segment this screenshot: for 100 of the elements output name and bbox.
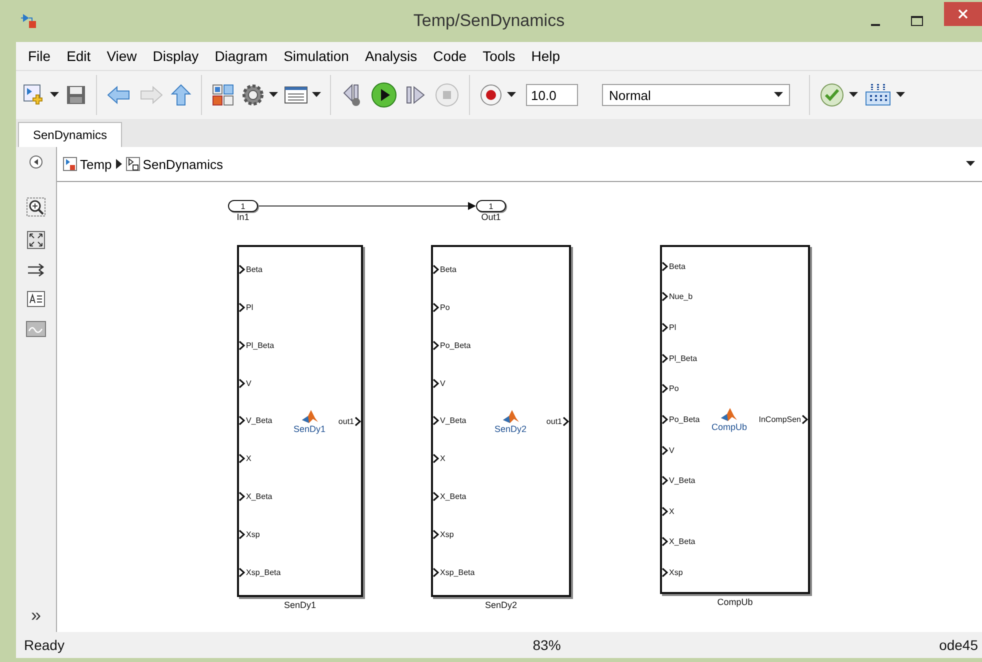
port-label: Po [669, 384, 679, 394]
model-icon [63, 157, 77, 171]
annotation-icon[interactable] [27, 291, 45, 307]
input-port-icon [239, 303, 245, 312]
caret-icon [312, 92, 321, 98]
menu-item[interactable]: Analysis [356, 44, 426, 68]
block-icon-label: SenDy2 [494, 424, 527, 434]
port-name: Out1 [481, 212, 501, 222]
port-label: Xsp [440, 530, 454, 539]
port-label: Beta [246, 265, 262, 274]
menu-item[interactable]: File [20, 44, 59, 68]
input-port-icon [662, 354, 668, 363]
peak-icon [502, 408, 519, 424]
collapse-icon [29, 155, 43, 169]
input-port-icon [433, 378, 439, 388]
model-explorer-icon [284, 85, 308, 105]
port-label: Nue_b [669, 292, 693, 302]
output-port-icon [355, 416, 361, 426]
menu-item[interactable]: View [98, 44, 145, 68]
input-port-icon [433, 303, 439, 312]
subsystem-icon [126, 157, 140, 171]
input-port-icon [662, 568, 668, 578]
peak-icon [302, 408, 318, 424]
port-label: V [246, 378, 252, 388]
stop-time-field[interactable]: 10.0 [526, 84, 578, 106]
close-button[interactable] [944, 2, 982, 26]
menu-item[interactable]: Display [144, 44, 207, 68]
menu-item[interactable]: Edit [58, 44, 99, 68]
block-name: CompUb [717, 597, 753, 607]
port-label: Xsp_Beta [246, 568, 281, 576]
subsystem-block[interactable]: Beta Nue_b Pl Pl_Beta Po Po_Beta V V_Beta X X_Beta Xsp CompUb InCompSen [660, 245, 810, 594]
maximize-icon [911, 16, 923, 26]
port-label: out1 [338, 416, 354, 426]
collapse-button[interactable] [29, 155, 43, 169]
port-label: Po [440, 303, 450, 312]
menu-item[interactable]: Simulation [276, 44, 357, 68]
input-port-icon [433, 340, 439, 350]
input-port-icon [433, 454, 439, 464]
breadcrumb-item[interactable]: SenDynamics [126, 156, 223, 172]
block-icon-label: SenDy1 [294, 424, 326, 434]
zoom-icon[interactable] [26, 197, 46, 217]
port-label: V_Beta [246, 416, 272, 426]
subsystem-block[interactable]: Beta Po Po_Beta V V_Beta X X_Beta Xsp Xsp_Beta SenDy2 out1 [431, 245, 571, 597]
input-port-icon [662, 506, 668, 516]
peak-icon [721, 407, 738, 422]
tab[interactable]: SenDynamics [18, 122, 122, 147]
check-icon [819, 82, 845, 108]
port-label: X_Beta [246, 492, 272, 501]
input-port-icon [239, 568, 245, 576]
port-name: In1 [236, 212, 250, 222]
dropdown-button[interactable] [965, 161, 976, 167]
port-label: out1 [546, 416, 562, 426]
port-label: V_Beta [669, 476, 696, 486]
caret-icon [849, 92, 858, 98]
port-label: X [246, 454, 252, 464]
port-label: Po_Beta [669, 414, 700, 424]
input-port-icon [662, 323, 668, 332]
simulation-mode-dropdown[interactable]: Normal [602, 84, 790, 106]
port-label: V [440, 378, 446, 388]
port-label: Xsp_Beta [440, 568, 475, 576]
input-port-icon [433, 265, 439, 274]
model-icon [20, 12, 38, 30]
menu-item[interactable]: Tools [474, 44, 524, 68]
outport-block[interactable]: 1 [476, 200, 506, 212]
menu-item[interactable]: Help [523, 44, 568, 68]
menu-item[interactable]: Code [425, 44, 475, 68]
settings-icon [241, 83, 265, 107]
port-label: X_Beta [440, 492, 466, 501]
image-icon[interactable] [26, 321, 46, 337]
input-port-icon [239, 265, 245, 274]
minimize-icon [870, 24, 880, 26]
input-port-icon [433, 568, 439, 576]
subsystem-block[interactable]: Beta Pl Pl_Beta V V_Beta X X_Beta Xsp Xsp_Beta SenDy1 out1 [237, 245, 363, 597]
caret-icon [965, 161, 976, 167]
caret-icon [507, 92, 516, 98]
output-port-icon [802, 415, 808, 424]
caret-icon [774, 92, 783, 98]
menu-item[interactable]: Diagram [206, 44, 276, 68]
status-text: Ready [24, 637, 64, 653]
port-label: X [440, 454, 446, 464]
port-label: Po_Beta [440, 340, 471, 350]
breadcrumb-item[interactable]: Temp [63, 156, 112, 172]
input-port-icon [662, 262, 668, 271]
inport-block[interactable]: 1 [228, 200, 258, 212]
port-label: Beta [440, 265, 456, 274]
port-label: Pl_Beta [669, 354, 698, 363]
separator-arrow-icon [116, 159, 122, 169]
port-label: V_Beta [440, 416, 466, 426]
port-label: Pl_Beta [246, 340, 274, 350]
input-port-icon [239, 530, 245, 539]
input-port-icon [662, 537, 668, 546]
input-port-icon [662, 414, 668, 424]
more-tools-button[interactable]: » [30, 605, 41, 626]
fit-view-icon[interactable] [27, 231, 45, 249]
port-label: X_Beta [669, 537, 696, 546]
save-icon [65, 84, 87, 106]
arrows-icon[interactable] [27, 263, 45, 277]
build-icon [864, 83, 892, 107]
back-icon [106, 84, 132, 106]
caret-icon [50, 92, 59, 98]
